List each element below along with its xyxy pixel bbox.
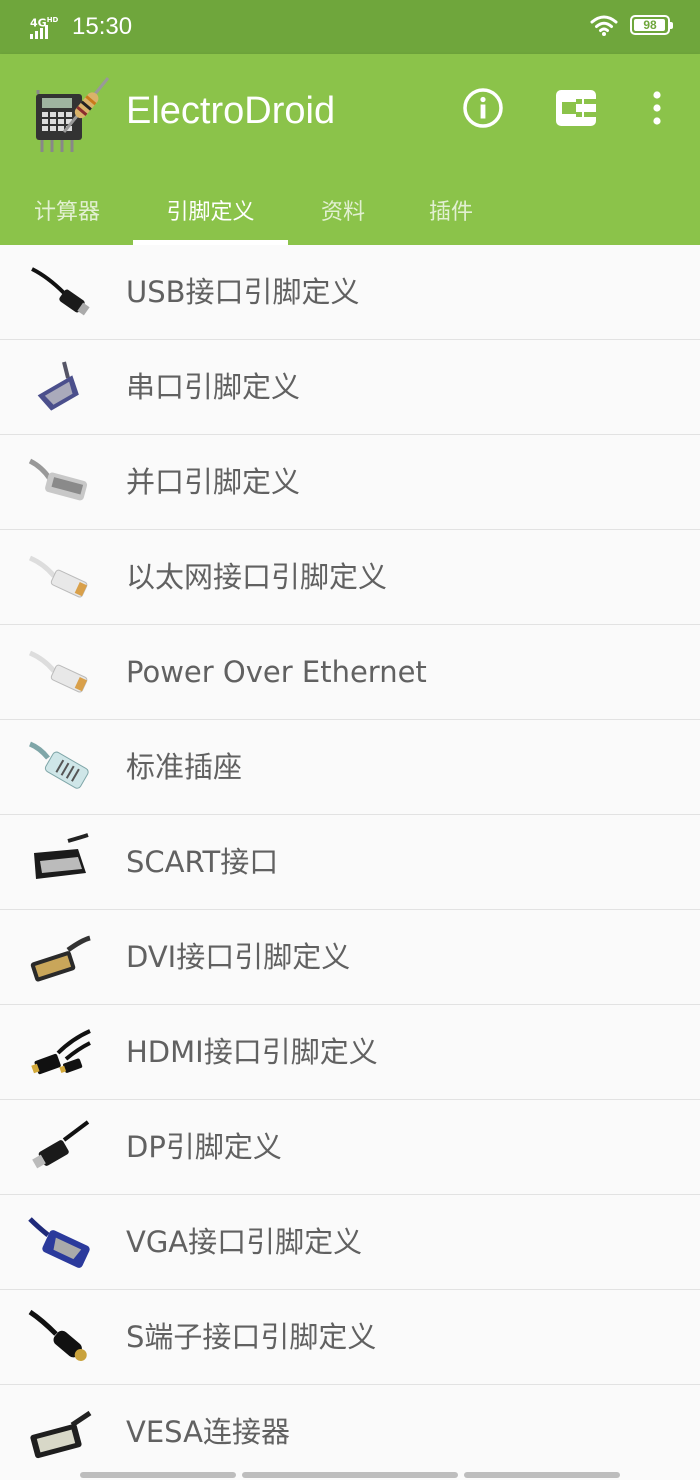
tab-label: 插件 [428, 199, 473, 225]
info-icon [463, 88, 503, 128]
list-item-vga[interactable]: VGA接口引脚定义 [0, 1195, 700, 1290]
dvi-icon [30, 935, 91, 982]
list-item-label: SCART接口 [126, 845, 279, 879]
more-vert-icon [653, 91, 661, 125]
info-button[interactable] [459, 84, 507, 132]
signal-icon [30, 25, 48, 39]
scart-icon [34, 833, 89, 879]
displayport-icon [32, 1120, 90, 1169]
tab-bar: 计算器 引脚定义 资料 插件 [0, 174, 700, 245]
scroll-indicator [464, 1472, 620, 1478]
tab-resources[interactable]: 资料 [300, 174, 386, 245]
list-item-scart[interactable]: SCART接口 [0, 815, 700, 910]
hdmi-icon [31, 1029, 91, 1075]
list-item-dvi[interactable]: DVI接口引脚定义 [0, 910, 700, 1005]
tab-plugins[interactable]: 插件 [408, 174, 494, 245]
status-right: 98 [590, 14, 673, 36]
clock: 15:30 [72, 13, 133, 40]
plugin-icon [556, 90, 596, 126]
list-item-label: VGA接口引脚定义 [126, 1225, 363, 1259]
tab-label: 资料 [320, 199, 365, 225]
list-item-label: S端子接口引脚定义 [126, 1320, 377, 1354]
serial-port-icon [37, 361, 79, 411]
list-item-label: 标准插座 [126, 750, 243, 784]
ethernet-icon [28, 555, 88, 598]
list-item-ethernet[interactable]: 以太网接口引脚定义 [0, 530, 700, 625]
poe-ethernet-icon [28, 650, 88, 693]
app-title: ElectroDroid [126, 90, 336, 132]
battery-icon: 98 [630, 15, 673, 35]
list-item-phone-jack[interactable]: 标准插座 [0, 720, 700, 815]
tab-label: 引脚定义 [166, 199, 255, 225]
phone-jack-icon [29, 741, 89, 789]
list-item-label: VESA连接器 [126, 1415, 290, 1449]
parallel-port-icon [28, 458, 88, 501]
list-item-label: HDMI接口引脚定义 [126, 1035, 378, 1069]
vga-icon [28, 1217, 90, 1268]
tab-calculator[interactable]: 计算器 [18, 174, 116, 245]
app-bar: ElectroDroid 计算器 引脚定义 资料 插件 [0, 54, 700, 245]
scroll-indicator [242, 1472, 458, 1478]
battery-percent: 98 [643, 18, 657, 32]
s-video-icon [28, 1309, 87, 1361]
list-item-label: DVI接口引脚定义 [126, 940, 351, 974]
app-logo-icon [36, 77, 110, 152]
list-item-label: USB接口引脚定义 [126, 275, 360, 309]
list-item-label: Power Over Ethernet [126, 655, 427, 689]
overflow-menu-button[interactable] [633, 84, 681, 132]
list-item-vesa[interactable]: VESA连接器 [0, 1385, 700, 1480]
list-item-hdmi[interactable]: HDMI接口引脚定义 [0, 1005, 700, 1100]
list-item-label: DP引脚定义 [126, 1130, 282, 1164]
tab-pinouts[interactable]: 引脚定义 [133, 174, 288, 245]
list-item-poe[interactable]: Power Over Ethernet [0, 625, 700, 720]
scroll-indicator [80, 1472, 236, 1478]
list-item-label: 以太网接口引脚定义 [126, 560, 388, 594]
status-left: 4GHD 15:30 [30, 11, 132, 43]
list-item-displayport[interactable]: DP引脚定义 [0, 1100, 700, 1195]
list-item-label: 并口引脚定义 [126, 465, 301, 499]
pinout-list: USB接口引脚定义 串口引脚定义 并口引脚定义 以太网接口引脚定义 Power … [0, 245, 700, 1480]
vesa-icon [30, 1410, 92, 1459]
list-item-usb[interactable]: USB接口引脚定义 [0, 245, 700, 340]
network-indicator: 4GHD [30, 13, 64, 41]
usb-cable-icon [31, 267, 90, 316]
list-item-label: 串口引脚定义 [126, 370, 301, 404]
list-item-parallel[interactable]: 并口引脚定义 [0, 435, 700, 530]
list-item-serial[interactable]: 串口引脚定义 [0, 340, 700, 435]
status-bar: 4GHD 15:30 98 [0, 0, 700, 54]
tab-label: 计算器 [33, 199, 100, 225]
list-item-s-video[interactable]: S端子接口引脚定义 [0, 1290, 700, 1385]
plugin-button[interactable] [552, 84, 600, 132]
wifi-icon [590, 15, 618, 36]
